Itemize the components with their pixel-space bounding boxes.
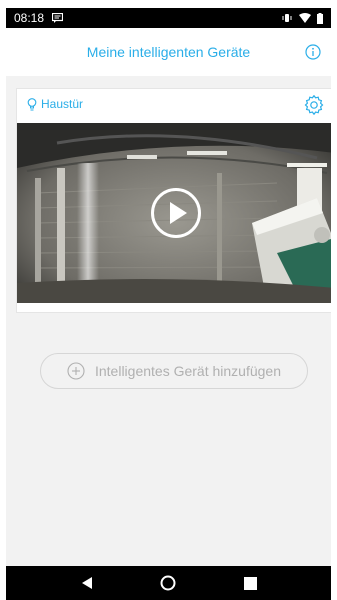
bulb-icon xyxy=(27,97,37,110)
battery-icon xyxy=(317,12,323,24)
device-settings-button[interactable] xyxy=(303,94,325,116)
card-header: Haustür xyxy=(17,89,331,119)
wifi-icon xyxy=(299,13,311,23)
device-card[interactable]: Haustür xyxy=(16,88,331,313)
status-time: 08:18 xyxy=(14,11,45,25)
gear-icon xyxy=(304,95,324,115)
status-bar: 08:18 xyxy=(6,8,331,28)
recents-icon xyxy=(243,576,257,590)
status-icons xyxy=(281,12,323,24)
back-button[interactable] xyxy=(75,571,99,595)
vibrate-icon xyxy=(281,13,293,23)
camera-preview[interactable] xyxy=(17,123,331,303)
back-icon xyxy=(81,577,92,589)
home-icon xyxy=(160,575,176,591)
recents-button[interactable] xyxy=(238,571,262,595)
device-name: Haustür xyxy=(41,97,84,111)
plus-circle-icon xyxy=(67,362,85,380)
info-button[interactable] xyxy=(303,42,323,62)
app-frame: 08:18 Meine intelligenten Geräte Haustür… xyxy=(6,8,331,600)
add-device-label: Intelligentes Gerät hinzufügen xyxy=(94,363,281,379)
home-button[interactable] xyxy=(156,571,180,595)
add-device-button[interactable]: Intelligentes Gerät hinzufügen xyxy=(40,353,308,389)
play-icon xyxy=(151,188,201,238)
android-nav-bar xyxy=(6,566,331,600)
message-icon xyxy=(52,13,64,23)
play-button[interactable] xyxy=(150,187,202,239)
info-icon xyxy=(305,44,321,60)
page-title: Meine intelligenten Geräte xyxy=(86,44,251,60)
device-name-wrap: Haustür xyxy=(27,97,83,111)
app-header: Meine intelligenten Geräte xyxy=(6,28,331,76)
